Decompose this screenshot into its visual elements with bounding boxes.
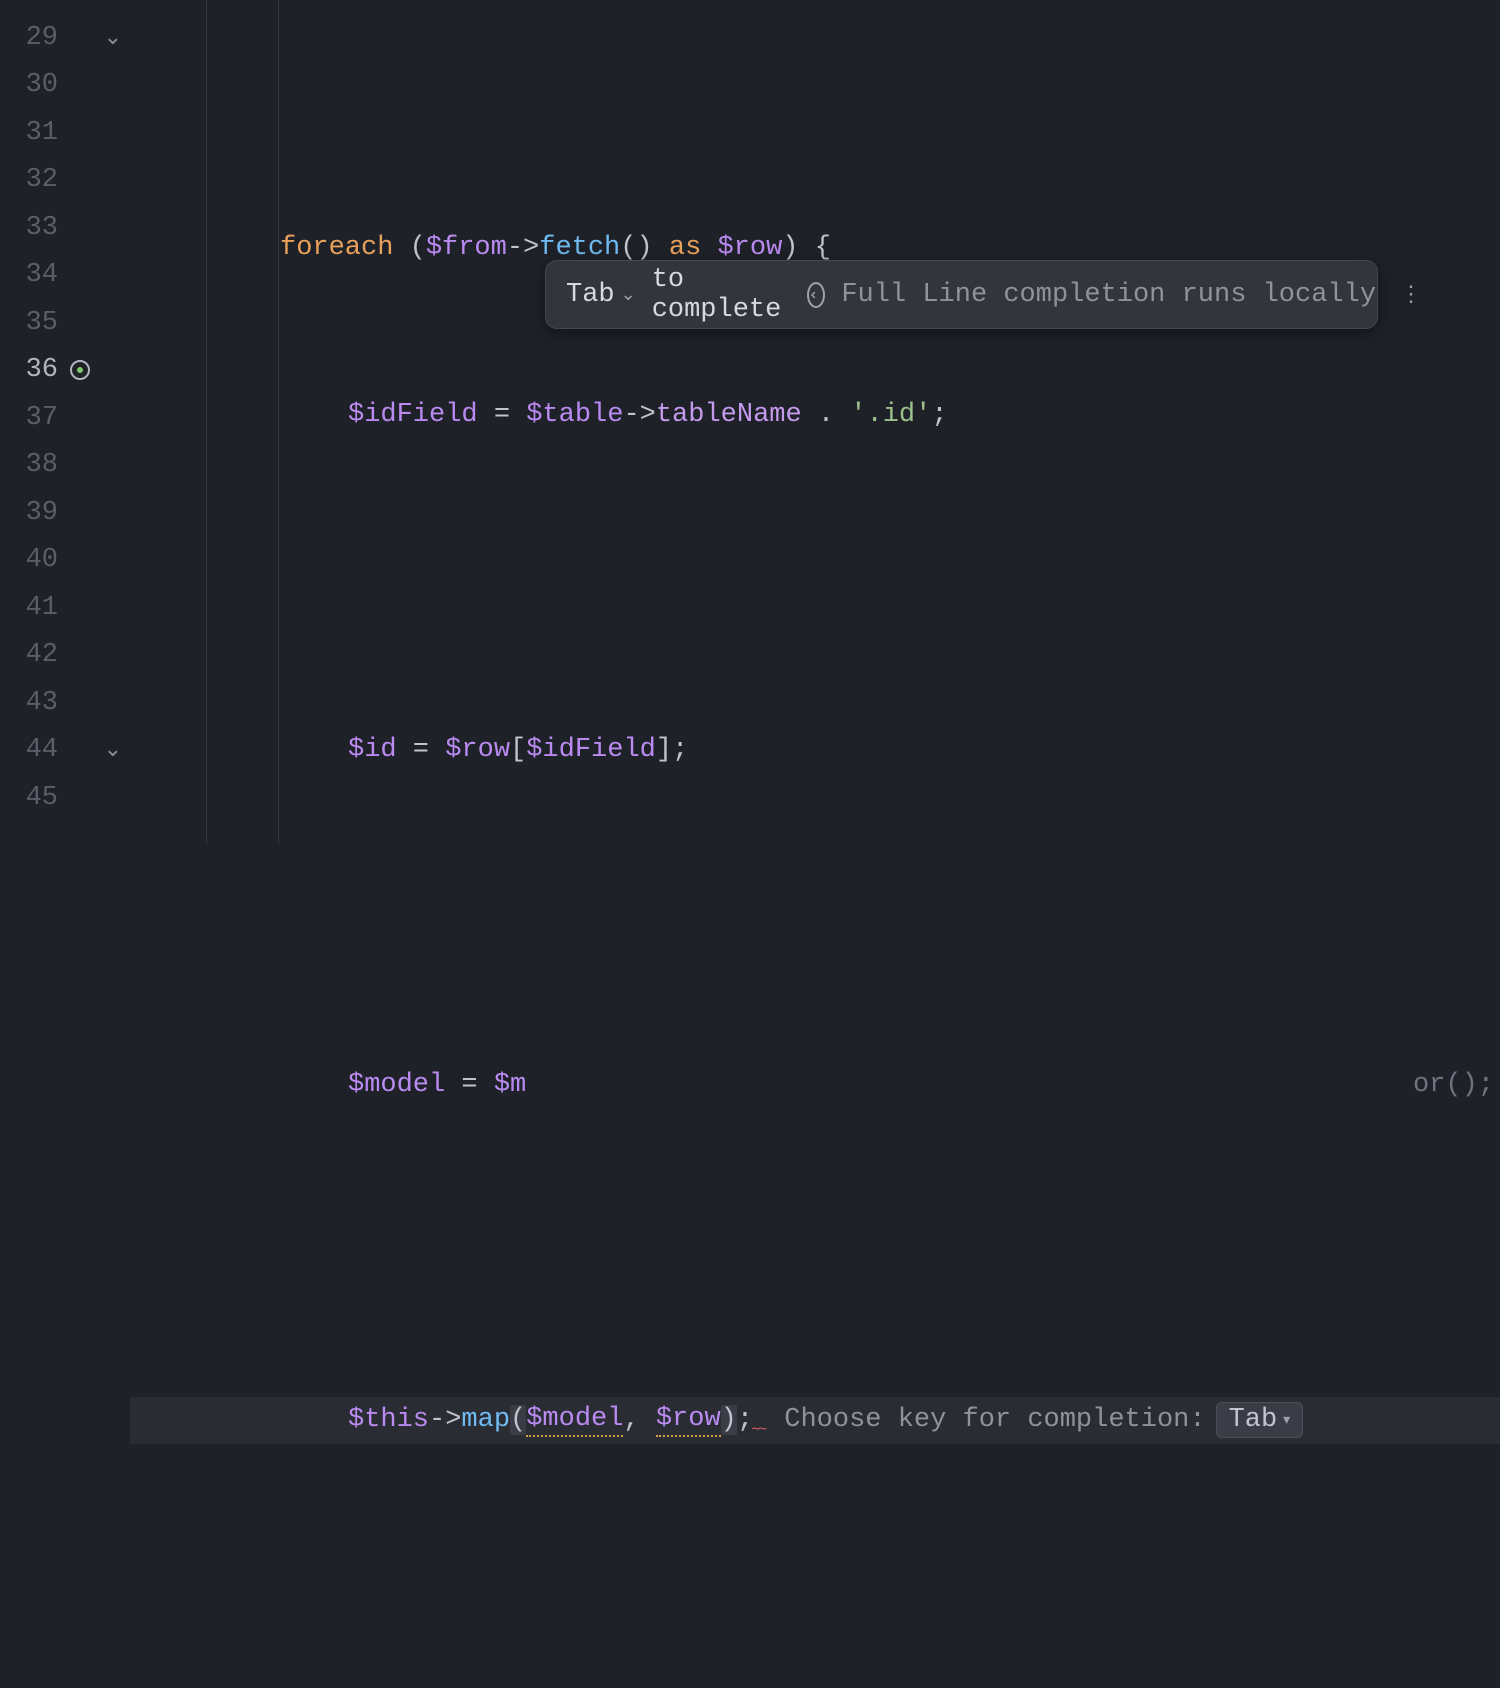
gutter-line-number[interactable]: 39 (0, 489, 130, 537)
gutter: 29⌄303132333435363738394041424344⌄45 (0, 0, 130, 844)
code-editor: 29⌄303132333435363738394041424344⌄45 for… (0, 0, 1500, 844)
local-completion-icon (807, 282, 825, 308)
variable: $from (426, 233, 507, 263)
chevron-down-icon[interactable]: ⌄ (621, 284, 636, 306)
gutter-line-number[interactable]: 32 (0, 157, 130, 205)
gutter-line-number[interactable]: 43 (0, 679, 130, 727)
gutter-line-number[interactable]: 37 (0, 394, 130, 442)
fold-chevron-icon[interactable]: ⌄ (104, 737, 122, 763)
matched-bracket: ) (721, 1405, 737, 1435)
variable: $row (656, 1404, 721, 1437)
gutter-line-number[interactable]: 33 (0, 204, 130, 252)
code-line[interactable] (130, 559, 1500, 607)
string-literal: '.id' (850, 400, 931, 430)
completion-tooltip[interactable]: Tab ⌄ to complete Full Line completion r… (545, 260, 1378, 329)
code-area[interactable]: foreach ($from->fetch() as $row) { $idFi… (130, 0, 1500, 844)
variable: $row (445, 735, 510, 765)
gutter-line-number[interactable]: 29⌄ (0, 14, 130, 62)
gutter-line-number[interactable]: 31 (0, 109, 130, 157)
variable: $idField (526, 735, 656, 765)
keyword: foreach (280, 233, 393, 263)
variable: $table (526, 400, 623, 430)
occluded-code-tail: or(); (1413, 1070, 1494, 1100)
keyword: as (669, 233, 701, 263)
completion-key-button[interactable]: Tab ⌄ (566, 280, 636, 310)
chevron-down-icon: ▾ (1283, 1412, 1290, 1429)
gutter-line-number[interactable]: 35 (0, 299, 130, 347)
method-call: fetch (539, 233, 620, 263)
variable: $model (526, 1404, 623, 1437)
matched-bracket: ( (510, 1405, 526, 1435)
method-call: map (461, 1405, 510, 1435)
gutter-line-number[interactable]: 38 (0, 442, 130, 490)
punctuation: ) { (782, 233, 831, 263)
code-line[interactable] (130, 1229, 1500, 1277)
property: tableName (656, 400, 802, 430)
gutter-line-number[interactable]: 40 (0, 537, 130, 585)
tooltip-to-complete-label: to complete (652, 265, 782, 325)
gutter-line-number[interactable]: 30 (0, 62, 130, 110)
hint-text: Choose key for completion: (784, 1405, 1205, 1435)
code-line[interactable]: $model = $mor(); (130, 1062, 1500, 1110)
variable: $model (348, 1070, 445, 1100)
gutter-line-number[interactable]: 34 (0, 252, 130, 300)
gutter-line-number[interactable]: 44⌄ (0, 727, 130, 775)
variable: $row (717, 233, 782, 263)
key-pill[interactable]: Tab▾ (1216, 1402, 1304, 1438)
gutter-line-number[interactable]: 36 (0, 347, 130, 395)
code-line[interactable] (130, 894, 1500, 942)
rerun-icon[interactable] (68, 358, 92, 382)
code-line[interactable]: $idField = $table->tableName . '.id'; (130, 392, 1500, 440)
gutter-line-number[interactable]: 45 (0, 774, 130, 822)
code-line-active[interactable]: $this->map($model, $row);~~Choose key fo… (130, 1397, 1500, 1445)
variable: $idField (348, 400, 478, 430)
code-line[interactable] (130, 1564, 1500, 1612)
more-options-icon[interactable]: ⋮ (1392, 282, 1424, 308)
inline-completion-hint[interactable]: Choose key for completion: Tab▾ (784, 1402, 1303, 1438)
error-underline-icon: ~~ (751, 1421, 764, 1439)
variable: $m (494, 1070, 526, 1100)
tooltip-local-text: Full Line completion runs locally (841, 280, 1376, 310)
variable: $id (348, 735, 397, 765)
variable: $this (348, 1405, 429, 1435)
gutter-line-number[interactable]: 42 (0, 632, 130, 680)
code-line[interactable]: $id = $row[$idField]; (130, 727, 1500, 775)
gutter-line-number[interactable]: 41 (0, 584, 130, 632)
fold-chevron-icon[interactable]: ⌄ (104, 25, 122, 51)
